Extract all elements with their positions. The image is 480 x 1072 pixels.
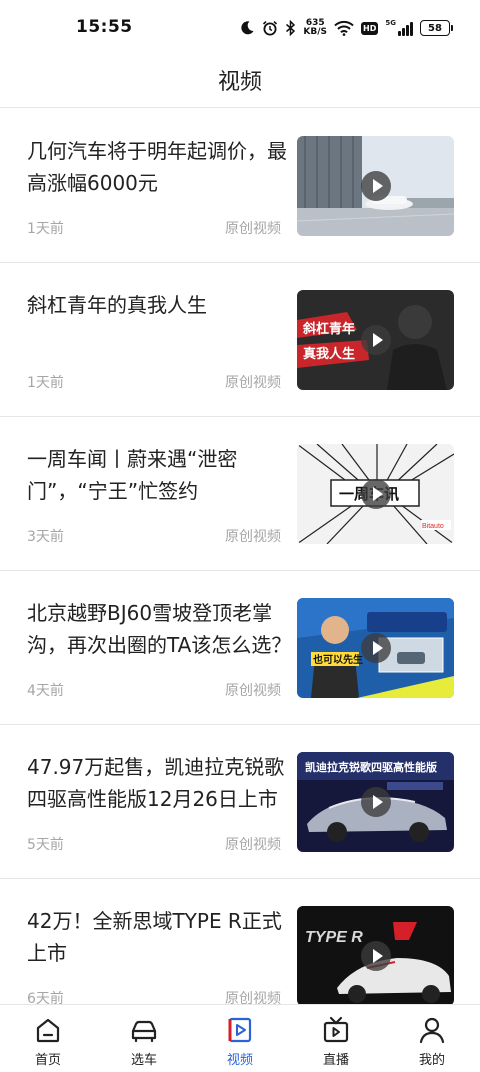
video-title: 几何汽车将于明年起调价，最高涨幅6000元 [27, 139, 287, 195]
video-time: 3天前 [27, 529, 64, 545]
video-item[interactable]: 北京越野BJ60雪坡登顶老掌沟，再次出圈的TA该怎么选？ 4天前 原创视频 也可… [0, 571, 480, 725]
video-item[interactable]: 47.97万起售，凯迪拉克锐歌四驱高性能版12月26日上市 5天前 原创视频 凯… [0, 725, 480, 879]
status-icons: 635 KB/S HD 5G 58 [239, 16, 453, 40]
video-time: 5天前 [27, 837, 64, 853]
video-time: 1天前 [27, 375, 64, 391]
video-title: 47.97万起售，凯迪拉克锐歌四驱高性能版12月26日上市 [27, 755, 285, 811]
battery-icon: 58 [420, 20, 453, 36]
video-icon [228, 1017, 252, 1043]
tab-home[interactable]: 首页 [0, 1005, 96, 1072]
play-icon [361, 941, 391, 971]
thumbnail-text: 凯迪拉克锐歌四驱高性能版 [305, 760, 437, 774]
video-title: 北京越野BJ60雪坡登顶老掌沟，再次出圈的TA该怎么选？ [27, 601, 292, 657]
video-title: 一周车闻丨蔚来遇“泄密门”，“宁王”忙签约 [27, 447, 238, 503]
tv-icon [323, 1016, 349, 1043]
video-thumbnail[interactable]: 也可以先生 [297, 598, 454, 698]
video-source: 原创视频 [225, 375, 281, 391]
bottom-tab-bar: 首页 选车 视频 直播 我的 [0, 1004, 480, 1072]
video-thumbnail[interactable]: 斜杠青年 真我人生 [297, 290, 454, 390]
tab-label: 直播 [322, 1053, 349, 1068]
svg-text:真我人生: 真我人生 [303, 346, 355, 361]
video-time: 6天前 [27, 991, 64, 1004]
video-thumbnail[interactable]: TYPE R [297, 906, 454, 1004]
hd-badge: HD [361, 21, 379, 35]
svg-text:Bitauto: Bitauto [422, 523, 444, 530]
thumbnail-text: 斜杠青年 [302, 321, 355, 336]
tab-label: 我的 [418, 1053, 445, 1068]
video-item[interactable]: 一周车闻丨蔚来遇“泄密门”，“宁王”忙签约 3天前 原创视频 一周车讯 Bita… [0, 417, 480, 571]
video-time: 1天前 [27, 221, 64, 237]
net-speed: 635 KB/S [303, 19, 327, 37]
tab-live[interactable]: 直播 [288, 1005, 384, 1072]
video-thumbnail[interactable] [297, 136, 454, 236]
thumbnail-text: TYPE R [305, 929, 363, 946]
video-source: 原创视频 [225, 529, 281, 545]
tab-profile[interactable]: 我的 [384, 1005, 480, 1072]
battery-level: 58 [428, 22, 442, 34]
video-title: 斜杠青年的真我人生 [27, 293, 207, 317]
video-item[interactable]: 42万！全新思域TYPE R正式上市 6天前 原创视频 TYPE R [0, 879, 480, 1004]
video-list[interactable]: 几何汽车将于明年起调价，最高涨幅6000元 1天前 原创视频 斜杠青年的真我人生… [0, 109, 480, 1004]
tab-choose-car[interactable]: 选车 [96, 1005, 192, 1072]
home-icon [36, 1018, 60, 1043]
status-bar: 15:55 635 KB/S HD 5G 58 [0, 0, 480, 56]
video-thumbnail[interactable]: 一周车讯 Bitauto [297, 444, 454, 544]
page-title: 视频 [217, 70, 262, 95]
status-time: 15:55 [76, 17, 133, 37]
play-icon [361, 325, 391, 355]
car-icon [131, 1020, 157, 1043]
video-item[interactable]: 几何汽车将于明年起调价，最高涨幅6000元 1天前 原创视频 [0, 109, 480, 263]
net-speed-unit: KB/S [303, 27, 328, 37]
video-title: 42万！全新思域TYPE R正式上市 [27, 909, 282, 965]
alarm-icon [263, 21, 278, 36]
header: 视频 [0, 56, 480, 108]
network-type: 5G [385, 19, 396, 27]
play-icon [361, 633, 391, 663]
play-icon [361, 171, 391, 201]
video-source: 原创视频 [225, 683, 281, 699]
tab-video[interactable]: 视频 [192, 1005, 288, 1072]
tab-label: 首页 [34, 1053, 61, 1068]
person-icon [419, 1017, 445, 1044]
moon-icon [241, 21, 254, 35]
video-source: 原创视频 [225, 991, 281, 1004]
wifi-icon [334, 20, 354, 36]
video-item[interactable]: 斜杠青年的真我人生 1天前 原创视频 斜杠青年 真我人生 [0, 263, 480, 417]
tab-label: 视频 [226, 1053, 253, 1068]
play-icon [361, 479, 391, 509]
video-source: 原创视频 [225, 221, 281, 237]
bluetooth-icon [286, 20, 296, 36]
thumbnail-text: 也可以先生 [313, 653, 363, 666]
tab-label: 选车 [130, 1053, 157, 1068]
signal-icon: 5G [385, 20, 413, 36]
video-source: 原创视频 [225, 837, 281, 853]
play-icon [361, 787, 391, 817]
video-thumbnail[interactable]: 凯迪拉克锐歌四驱高性能版 [297, 752, 454, 852]
video-time: 4天前 [27, 683, 64, 699]
